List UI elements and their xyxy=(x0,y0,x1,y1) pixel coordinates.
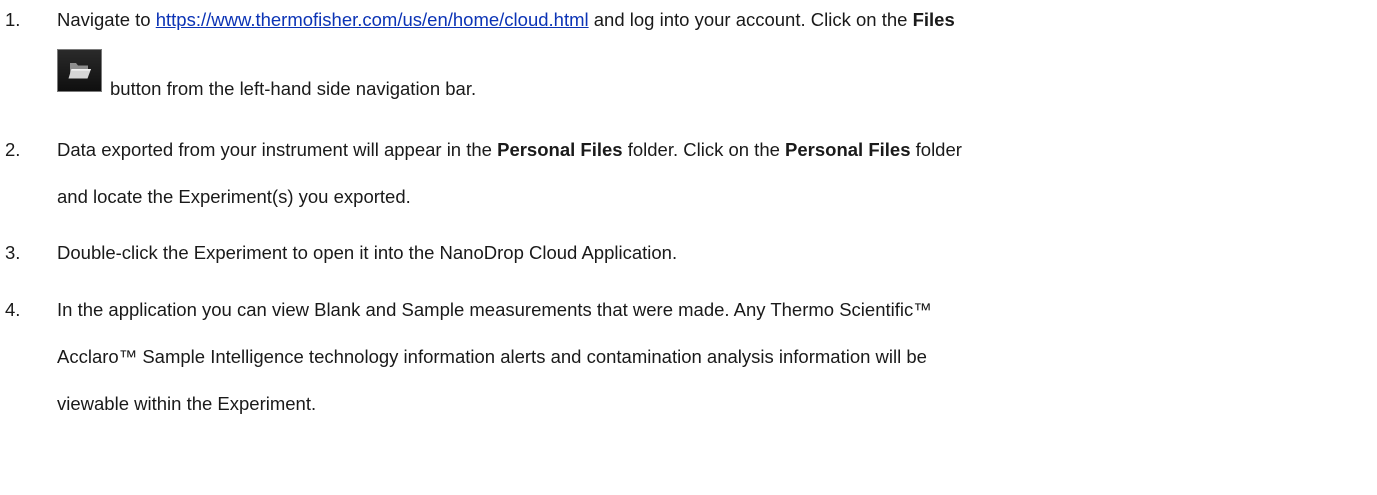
step-3-line-1: Double-click the Experiment to open it i… xyxy=(57,242,678,263)
step-number: 2. xyxy=(5,139,21,160)
folder-open-icon xyxy=(57,49,102,92)
personal-files-label: Personal Files xyxy=(497,139,623,160)
step-number: 3. xyxy=(5,242,21,263)
files-label: Files xyxy=(912,9,955,30)
step-text: Data exported from your instrument will … xyxy=(57,139,498,160)
folder-open-icon-graphic xyxy=(58,50,101,91)
personal-files-label: Personal Files xyxy=(785,139,911,160)
step-1-line-1: Navigate to https://www.thermofisher.com… xyxy=(57,9,955,31)
step-4-line-3: viewable within the Experiment. xyxy=(57,393,317,414)
step-text: folder xyxy=(910,139,962,160)
step-2-line-2: and locate the Experiment(s) you exporte… xyxy=(57,186,411,207)
step-text: and log into your account. Click on the xyxy=(588,9,913,30)
step-1-line-2: button from the left-hand side navigatio… xyxy=(110,78,477,99)
step-number: 1. xyxy=(5,9,21,30)
step-4-line-1: In the application you can view Blank an… xyxy=(57,299,932,320)
step-text: Navigate to xyxy=(57,9,156,30)
step-2-line-1: Data exported from your instrument will … xyxy=(57,139,962,161)
step-4-line-2: Acclaro™ Sample Intelligence technology … xyxy=(57,346,927,367)
thermofisher-cloud-link[interactable]: https://www.thermofisher.com/us/en/home/… xyxy=(156,9,589,30)
step-text: folder. Click on the xyxy=(622,139,786,160)
step-number: 4. xyxy=(5,299,21,320)
